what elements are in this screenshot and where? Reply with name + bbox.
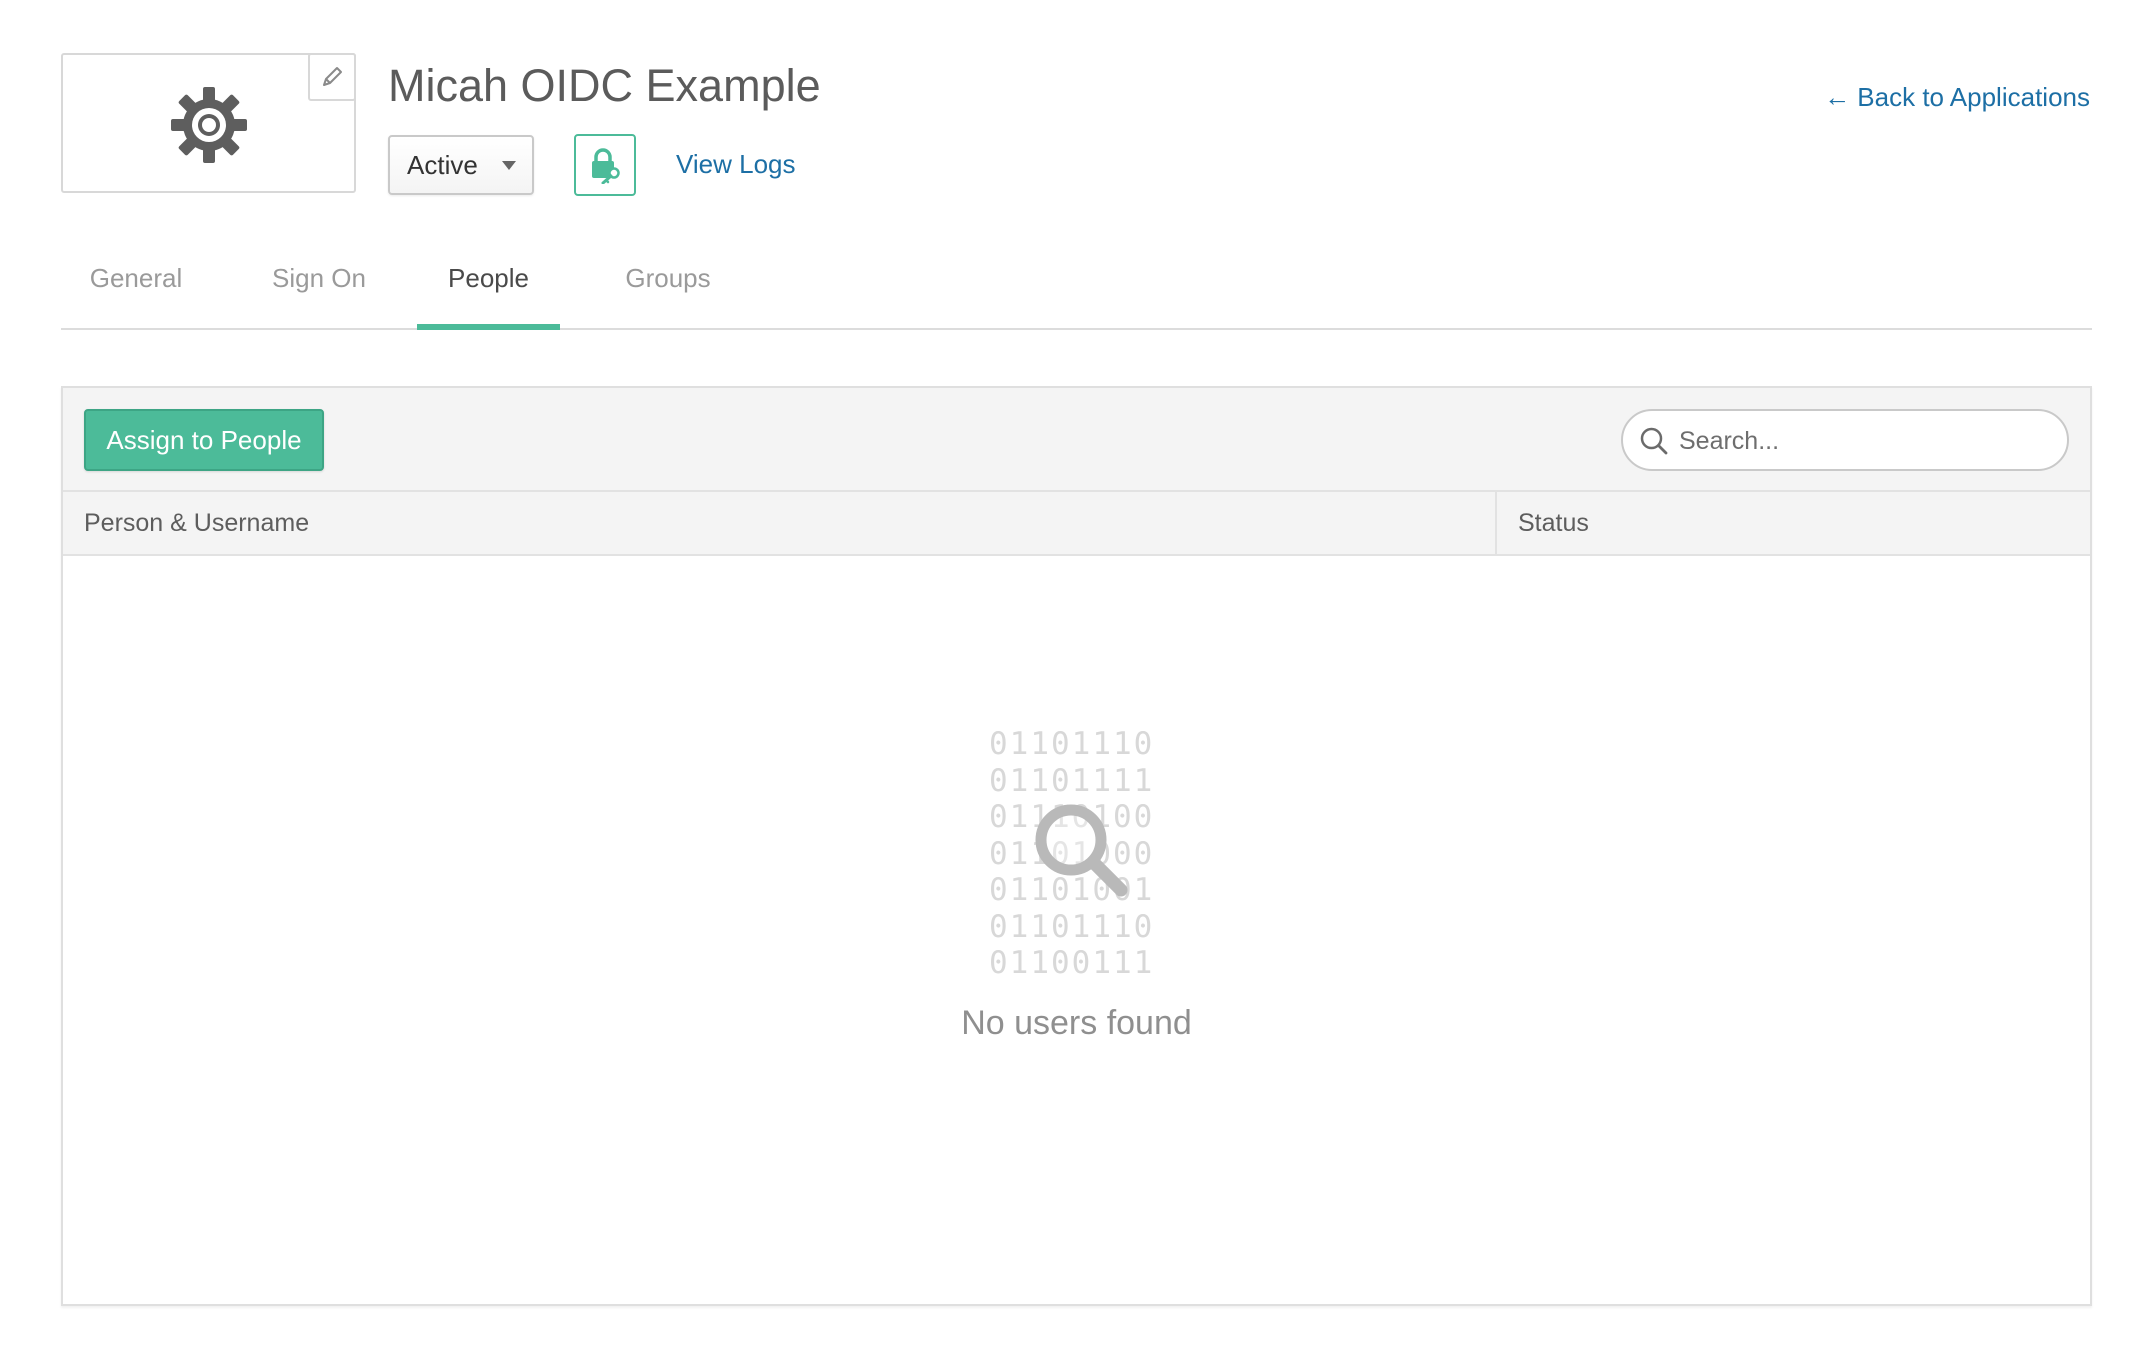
empty-state-illustration: 01101110 01101111 01110100 01101000 0110… xyxy=(989,726,1189,986)
tab-people[interactable]: People xyxy=(417,250,560,330)
search-input[interactable] xyxy=(1677,419,2051,463)
binary-line: 01101111 xyxy=(989,762,1155,799)
search-icon xyxy=(1640,427,1668,455)
tab-groups[interactable]: Groups xyxy=(593,250,743,330)
gear-icon xyxy=(171,87,247,163)
tab-general[interactable]: General xyxy=(61,250,211,330)
table-header: Person & Username Status xyxy=(63,492,2090,556)
magnifier-icon xyxy=(1035,804,1128,897)
back-to-applications-link[interactable]: ← Back to Applications xyxy=(1824,79,2090,115)
empty-state: 01101110 01101111 01110100 01101000 0110… xyxy=(63,556,2090,1304)
column-header-person[interactable]: Person & Username xyxy=(63,492,1497,554)
chevron-down-icon xyxy=(502,161,516,170)
people-toolbar: Assign to People xyxy=(63,388,2090,492)
lock-key-icon xyxy=(592,148,620,184)
binary-line: 01100111 xyxy=(989,945,1155,981)
push-credentials-button[interactable] xyxy=(574,134,636,196)
app-tabs: General Sign On People Groups xyxy=(61,250,2092,330)
view-logs-link[interactable]: View Logs xyxy=(676,146,796,182)
binary-line: 01101110 xyxy=(989,726,1155,762)
pencil-icon xyxy=(323,67,342,86)
app-title: Micah OIDC Example xyxy=(388,60,821,111)
column-header-status[interactable]: Status xyxy=(1497,492,1589,554)
binary-line: 01101110 xyxy=(989,908,1155,945)
edit-logo-button[interactable] xyxy=(308,53,356,101)
empty-state-message: No users found xyxy=(961,1004,1192,1042)
search-field[interactable] xyxy=(1621,409,2069,471)
status-select-value: Active xyxy=(407,149,478,180)
app-logo xyxy=(61,53,356,193)
tab-sign-on[interactable]: Sign On xyxy=(244,250,394,330)
assign-to-people-button[interactable]: Assign to People xyxy=(84,409,324,471)
app-status-select[interactable]: Active xyxy=(388,135,534,195)
people-panel: Assign to People Person & Username Statu… xyxy=(61,386,2092,1306)
